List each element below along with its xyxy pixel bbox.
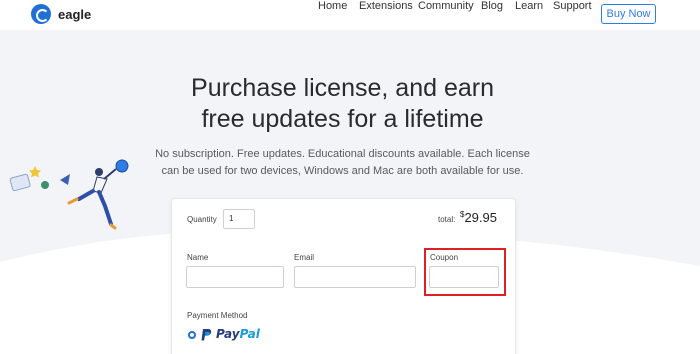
page-title-line-2: free updates for a lifetime — [201, 105, 484, 133]
top-nav: eagle Home Extensions Community Blog Lea… — [0, 0, 700, 30]
paypal-icon — [201, 328, 212, 340]
page-title-line-1: Purchase license, and earn — [191, 74, 494, 102]
paypal-option[interactable]: PayPal — [201, 327, 260, 341]
paypal-wordmark-pay: Pay — [216, 327, 240, 341]
paypal-wordmark-pal: Pal — [239, 327, 260, 341]
quantity-label: Quantity — [187, 215, 217, 224]
illustration-person-globe — [9, 159, 129, 230]
nav-link-community[interactable]: Community — [418, 0, 474, 12]
payment-method-label: Payment Method — [187, 311, 248, 320]
radio-selected-icon[interactable] — [188, 331, 196, 339]
nav-link-blog[interactable]: Blog — [481, 0, 503, 12]
eagle-logo-icon — [31, 4, 51, 24]
total-amount: 29.95 — [464, 210, 497, 225]
total-price: $29.95 — [460, 210, 497, 225]
brand-name: eagle — [58, 6, 92, 22]
buy-now-button[interactable]: Buy Now — [601, 4, 656, 24]
nav-link-extensions[interactable]: Extensions — [359, 0, 413, 12]
nav-link-home[interactable]: Home — [318, 0, 347, 12]
currency-symbol: $ — [460, 210, 465, 219]
quantity-input[interactable]: 1 — [223, 209, 255, 229]
nav-link-support[interactable]: Support — [553, 0, 592, 12]
nav-link-learn[interactable]: Learn — [515, 0, 543, 12]
purchase-card: Quantity 1 total: $29.95 Name Email Coup… — [171, 198, 516, 354]
email-label: Email — [294, 253, 315, 262]
name-input[interactable] — [186, 266, 284, 288]
paypal-wordmark: PayPal — [216, 327, 260, 341]
brand-logo[interactable]: eagle — [31, 4, 91, 24]
name-label: Name — [187, 253, 209, 262]
email-input[interactable] — [294, 266, 416, 288]
page-title: Purchase license, and earn free updates … — [0, 73, 685, 135]
total-label: total: — [438, 215, 456, 224]
coupon-highlight-box — [424, 248, 506, 296]
